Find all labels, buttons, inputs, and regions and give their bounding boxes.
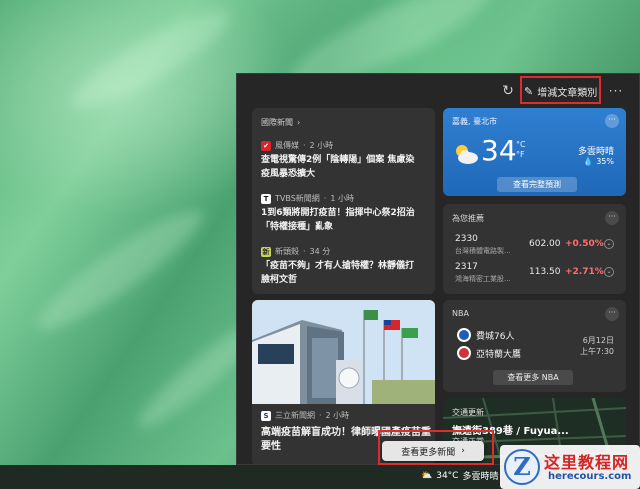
source-name: 新頭殼: [275, 247, 299, 256]
taskbar-weather-button[interactable]: ⛅ 34°C 多雲時晴: [421, 469, 499, 483]
news-card-international[interactable]: 國際新聞 › ✔ 風傳媒 · 2 小時 查電視驚傳2例「陰轉陽」個案 焦慮染疫風…: [252, 108, 435, 294]
weather-card[interactable]: 嘉義, 臺北市 ··· 34 °C °F 多雲時晴 💧 35% 查看完整預測: [443, 108, 626, 196]
news-age: 34 分: [309, 247, 331, 256]
news-age: 2 小時: [309, 141, 334, 150]
raindrop-icon: 💧: [583, 157, 594, 166]
game-date: 6月12日: [582, 336, 614, 345]
more-nba-button[interactable]: 查看更多 NBA: [493, 370, 573, 385]
news-card-title: 國際新聞: [261, 118, 293, 127]
partly-cloudy-icon: ⛅: [421, 470, 433, 481]
source-logo-icon: ✔: [261, 140, 271, 151]
rain-percent: 35%: [596, 157, 614, 166]
more-options-icon[interactable]: ···: [607, 82, 625, 100]
unit-fahrenheit[interactable]: °F: [516, 150, 526, 160]
more-options-icon[interactable]: ···: [605, 114, 619, 128]
news-item-source: ✔ 風傳媒 · 2 小時: [261, 140, 333, 151]
news-item-source: 新 新頭殼 · 34 分: [261, 246, 330, 257]
news-photo: [252, 300, 435, 404]
traffic-title: 交通更新: [452, 408, 484, 417]
dot-separator: ·: [303, 141, 306, 150]
news-item-title[interactable]: 查電視驚傳2例「陰轉陽」個案 焦慮染疫風暴恐擴大: [261, 153, 421, 181]
source-name: TVBS新聞網: [275, 194, 320, 203]
nba-title: NBA: [452, 309, 469, 318]
news-card-header[interactable]: 國際新聞 ›: [261, 117, 300, 128]
news-item-title[interactable]: 「疫苗不夠」才有人搶特權？林靜儀打臉柯文哲: [261, 259, 421, 287]
stocks-title: 為您推薦: [452, 214, 484, 223]
panel-toolbar: ↻ ✎ 增減文章類別 ···: [237, 74, 639, 108]
partly-cloudy-icon: [456, 145, 478, 164]
more-options-icon[interactable]: ···: [605, 307, 619, 321]
news-age: 2 小時: [325, 411, 350, 420]
temperature-unit-toggle[interactable]: °C °F: [516, 140, 526, 160]
source-logo-icon: 新: [261, 246, 271, 257]
stock-price: 602.00: [529, 239, 561, 249]
nba-card[interactable]: NBA ··· 費城76人 亞特蘭大鷹 6月12日 上午7:30 查看更多 NB…: [443, 300, 626, 392]
watermark: Z 这里教程网 herecours.com: [500, 445, 640, 489]
game-time: 上午7:30: [580, 347, 614, 356]
watermark-title: 这里教程网: [544, 453, 630, 472]
highlight-box-more-news: [378, 430, 494, 465]
full-forecast-button[interactable]: 查看完整預測: [497, 177, 577, 192]
refresh-icon[interactable]: ↻: [499, 82, 517, 100]
news-item-source: S 三立新聞網 · 2 小時: [261, 410, 349, 421]
stock-row[interactable]: 2317 鴻海精密工業股... 113.50 +2.71% ⌄: [443, 262, 623, 286]
team-row[interactable]: 費城76人: [457, 328, 514, 342]
news-item-source: T TVBS新聞網 · 1 小時: [261, 193, 354, 204]
team-name: 亞特蘭大鷹: [476, 349, 522, 360]
more-options-icon[interactable]: ···: [605, 211, 619, 225]
source-name: 三立新聞網: [275, 411, 315, 420]
add-watchlist-icon[interactable]: ⌄: [604, 267, 614, 277]
add-watchlist-icon[interactable]: ⌄: [604, 239, 614, 249]
news-interests-panel: ↻ ✎ 增減文章類別 ··· 國際新聞 › ✔ 風傳媒 · 2 小時 查電視驚傳…: [236, 73, 640, 465]
team-row[interactable]: 亞特蘭大鷹: [457, 346, 521, 360]
stock-name: 鴻海精密工業股...: [455, 275, 511, 283]
taskbar-condition: 多雲時晴: [462, 472, 499, 482]
chevron-right-icon: ›: [297, 118, 301, 127]
source-logo-icon: T: [261, 193, 271, 204]
source-logo-icon: S: [261, 410, 271, 421]
team-logo-icon: [457, 346, 471, 360]
stock-code: 2330: [455, 234, 478, 244]
stocks-card[interactable]: 為您推薦 ··· 2330 台灣積體電路製... 602.00 +0.50% ⌄…: [443, 204, 626, 294]
weather-rain-chance: 💧 35%: [583, 157, 614, 166]
stock-change: +2.71%: [565, 267, 604, 277]
stock-change: +0.50%: [565, 239, 604, 249]
stock-price: 113.50: [529, 267, 561, 277]
watermark-url: herecours.com: [548, 471, 632, 482]
game-schedule: 6月12日 上午7:30: [580, 335, 614, 357]
team-name: 費城76人: [476, 331, 515, 342]
taskbar-temp: 34°C: [436, 470, 459, 481]
dot-separator: ·: [319, 411, 322, 420]
unit-celsius[interactable]: °C: [516, 140, 526, 150]
news-item-title[interactable]: 1到6類將開打疫苗！指揮中心祭2招治「特權接種」亂象: [261, 206, 421, 234]
news-age: 1 小時: [330, 194, 354, 203]
source-name: 風傳媒: [275, 141, 299, 150]
team-logo-icon: [457, 328, 471, 342]
stock-code: 2317: [455, 262, 478, 272]
highlight-box-manage: [520, 76, 601, 104]
dot-separator: ·: [323, 194, 327, 203]
weather-condition: 多雲時晴: [577, 147, 614, 157]
stock-name: 台灣積體電路製...: [455, 247, 511, 255]
watermark-logo-icon: Z: [504, 449, 540, 485]
weather-location: 嘉義, 臺北市: [452, 117, 498, 126]
stock-row[interactable]: 2330 台灣積體電路製... 602.00 +0.50% ⌄: [443, 234, 623, 258]
weather-temperature: 34: [481, 134, 517, 167]
dot-separator: ·: [303, 247, 306, 256]
